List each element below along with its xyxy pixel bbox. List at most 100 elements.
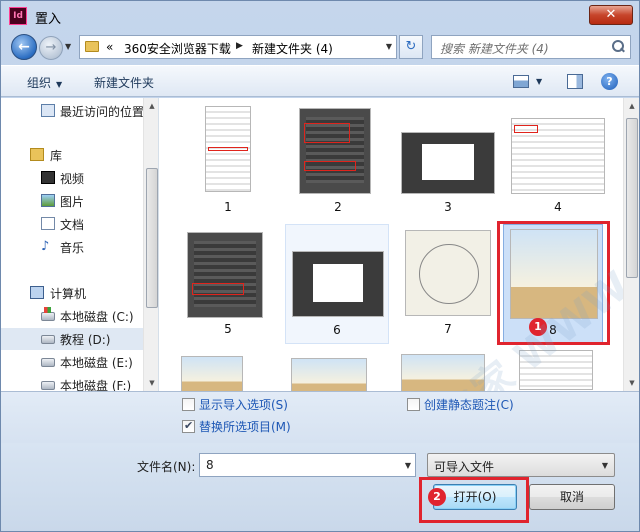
command-toolbar: 组织 ▼ 新建文件夹 ▼ ? — [1, 65, 639, 97]
sidebar-item-music[interactable]: ♪ 音乐 — [1, 236, 143, 258]
folder-icon — [85, 41, 99, 52]
address-overflow-chevron[interactable]: « — [106, 40, 113, 54]
sidebar-item-drive-d[interactable]: 教程 (D:) — [1, 328, 143, 350]
address-segment-downloads[interactable]: 360安全浏览器下载 — [124, 40, 231, 57]
close-button[interactable]: ✕ — [589, 5, 633, 25]
dialog-title: 置入 — [35, 12, 62, 27]
thumbnail-highlight — [514, 125, 538, 133]
file-item-4[interactable]: 4 — [511, 102, 605, 222]
sidebar-item-label: 文档 — [60, 218, 85, 232]
file-item-2[interactable]: 2 — [291, 102, 385, 222]
scroll-up-icon[interactable]: ▲ — [144, 98, 158, 114]
file-thumbnail — [292, 251, 384, 317]
file-item-partial[interactable] — [181, 350, 275, 391]
sidebar-scrollbar[interactable]: ▲ ▼ — [143, 98, 158, 391]
address-dropdown-icon[interactable]: ▼ — [386, 42, 392, 51]
file-item-partial[interactable] — [511, 350, 605, 391]
address-bar[interactable]: « 360安全浏览器下载 ▶ 新建文件夹 (4) ▼ — [79, 35, 397, 59]
file-item-partial[interactable] — [401, 350, 495, 391]
recent-pages-dropdown[interactable]: ▼ — [65, 42, 71, 51]
cancel-button[interactable]: 取消 — [529, 484, 615, 510]
address-segment-current-folder[interactable]: 新建文件夹 (4) — [252, 40, 333, 57]
sidebar-scroll-thumb[interactable] — [146, 168, 158, 308]
thumbnail-highlight — [304, 161, 356, 171]
sidebar-item-drive-f[interactable]: 本地磁盘 (F:) — [1, 374, 143, 391]
sidebar-item-label: 音乐 — [60, 241, 85, 255]
navigation-bar: ← → ▼ « 360安全浏览器下载 ▶ 新建文件夹 (4) ▼ ↻ 搜索 新建… — [1, 31, 639, 63]
file-item-6[interactable]: 6 — [285, 224, 389, 344]
sidebar-item-library[interactable]: 库 — [1, 144, 143, 166]
file-item-partial[interactable] — [291, 350, 385, 391]
file-item-3[interactable]: 3 — [401, 102, 495, 222]
view-options-dropdown[interactable]: ▼ — [536, 77, 542, 86]
file-thumbnail — [291, 358, 367, 391]
file-list-scroll-thumb[interactable] — [626, 118, 638, 278]
sidebar-item-recent-places[interactable]: 最近访问的位置 — [1, 100, 144, 122]
organize-menu[interactable]: 组织 ▼ — [27, 74, 62, 91]
place-options: 显示导入选项(S) 创建静态题注(C) 替换所选项目(M) — [1, 391, 639, 443]
file-item-1[interactable]: 1 — [181, 102, 275, 222]
computer-icon — [30, 286, 44, 299]
sidebar-item-label: 教程 (D:) — [60, 333, 111, 347]
video-library-icon — [41, 171, 55, 184]
file-thumbnail — [405, 230, 491, 316]
thumbnail-highlight — [304, 123, 350, 143]
drive-icon — [41, 335, 55, 344]
help-icon[interactable]: ? — [601, 73, 618, 90]
file-type-select[interactable]: 可导入文件 ▼ — [427, 453, 615, 477]
file-name: 1 — [224, 200, 232, 214]
filename-value: 8 — [206, 458, 214, 472]
scroll-down-icon[interactable]: ▼ — [144, 375, 158, 391]
title-bar[interactable]: Id 置入 ✕ — [1, 1, 639, 31]
file-name: 5 — [224, 322, 232, 336]
create-static-caption-checkbox[interactable] — [407, 398, 420, 411]
filename-label: 文件名(N): — [137, 460, 196, 474]
sidebar-item-drive-c[interactable]: 本地磁盘 (C:) — [1, 305, 143, 327]
file-thumbnail — [299, 108, 371, 194]
replace-selected-checkbox[interactable] — [182, 419, 195, 433]
search-icon[interactable] — [612, 40, 624, 52]
file-type-value: 可导入文件 — [434, 460, 495, 474]
file-thumbnail — [401, 354, 485, 391]
sidebar-item-documents[interactable]: 文档 — [1, 213, 143, 235]
drive-icon — [41, 358, 55, 367]
scroll-up-icon[interactable]: ▲ — [624, 98, 639, 114]
step-badge-1: 1 — [529, 318, 547, 336]
breadcrumb-arrow-icon[interactable]: ▶ — [236, 41, 243, 51]
view-mode-icon[interactable] — [513, 75, 529, 88]
navigation-pane: 最近访问的位置 库 视频 图片 文档 ♪ 音乐 计算机 本地磁盘 (C:) 教程… — [1, 98, 159, 391]
refresh-button[interactable]: ↻ — [399, 35, 423, 59]
sidebar-item-videos[interactable]: 视频 — [1, 167, 143, 189]
file-list-scrollbar[interactable]: ▲ ▼ — [623, 98, 639, 391]
file-thumbnail — [519, 350, 593, 390]
preview-pane-icon[interactable] — [567, 74, 583, 89]
sidebar-item-label: 图片 — [60, 195, 85, 209]
sidebar-item-label: 视频 — [60, 172, 85, 186]
file-item-5[interactable]: 5 — [181, 224, 275, 344]
system-drive-icon — [41, 307, 55, 321]
show-import-options-checkbox[interactable] — [182, 398, 195, 411]
new-folder-button[interactable]: 新建文件夹 — [94, 74, 154, 91]
chevron-down-icon: ▼ — [56, 80, 63, 89]
replace-selected-label[interactable]: 替换所选项目(M) — [199, 418, 291, 435]
step-badge-2: 2 — [428, 488, 446, 506]
sidebar-item-pictures[interactable]: 图片 — [1, 190, 143, 212]
create-static-caption-label[interactable]: 创建静态题注(C) — [424, 396, 514, 413]
sidebar-item-drive-e[interactable]: 本地磁盘 (E:) — [1, 351, 143, 373]
sidebar-item-label: 本地磁盘 (E:) — [60, 356, 133, 370]
file-thumbnail — [511, 118, 605, 194]
back-button[interactable]: ← — [11, 34, 37, 60]
forward-button[interactable]: → — [39, 36, 63, 60]
file-name: 7 — [444, 322, 452, 336]
chevron-down-icon[interactable]: ▼ — [405, 461, 411, 470]
show-import-options-label[interactable]: 显示导入选项(S) — [199, 396, 288, 413]
search-box[interactable]: 搜索 新建文件夹 (4) — [431, 35, 631, 59]
recent-places-icon — [41, 104, 55, 117]
scroll-down-icon[interactable]: ▼ — [624, 375, 639, 391]
sidebar-item-label: 本地磁盘 (F:) — [60, 379, 132, 391]
sidebar-item-computer[interactable]: 计算机 — [1, 282, 143, 304]
file-item-7[interactable]: 7 — [401, 224, 495, 344]
thumbnail-highlight — [192, 283, 244, 295]
documents-library-icon — [41, 217, 55, 230]
filename-input[interactable]: 8 ▼ — [199, 453, 416, 477]
